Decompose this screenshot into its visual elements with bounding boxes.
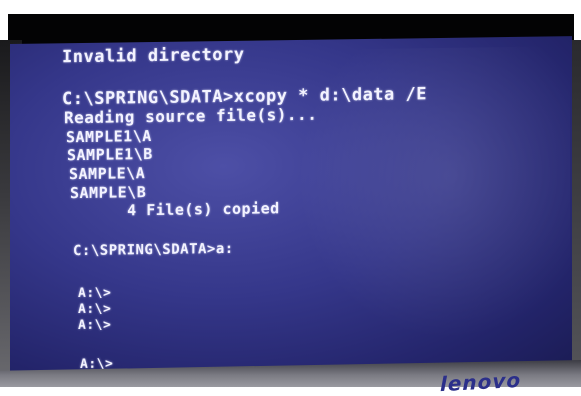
terminal-line: C:\SPRING\SDATA>a: bbox=[73, 240, 234, 260]
terminal-line: A:\> bbox=[78, 285, 112, 302]
lenovo-logo: lenovo bbox=[440, 367, 522, 396]
terminal-line: SAMPLE\A bbox=[69, 164, 146, 184]
terminal-line: A:\> bbox=[78, 301, 112, 318]
terminal-line: SAMPLE\B bbox=[70, 183, 147, 203]
terminal-line: A:\> bbox=[78, 317, 112, 334]
terminal-line: Reading source file(s)... bbox=[64, 104, 318, 128]
monitor-photo: Invalid directory C:\SPRING\SDATA>xcopy … bbox=[0, 0, 581, 396]
dos-screen: Invalid directory C:\SPRING\SDATA>xcopy … bbox=[10, 36, 572, 374]
terminal-line: SAMPLE1\A bbox=[66, 127, 152, 147]
terminal-line: SAMPLE1\B bbox=[67, 145, 153, 165]
terminal-line: Invalid directory bbox=[62, 44, 245, 68]
terminal-line: 4 File(s) copied bbox=[70, 199, 280, 221]
